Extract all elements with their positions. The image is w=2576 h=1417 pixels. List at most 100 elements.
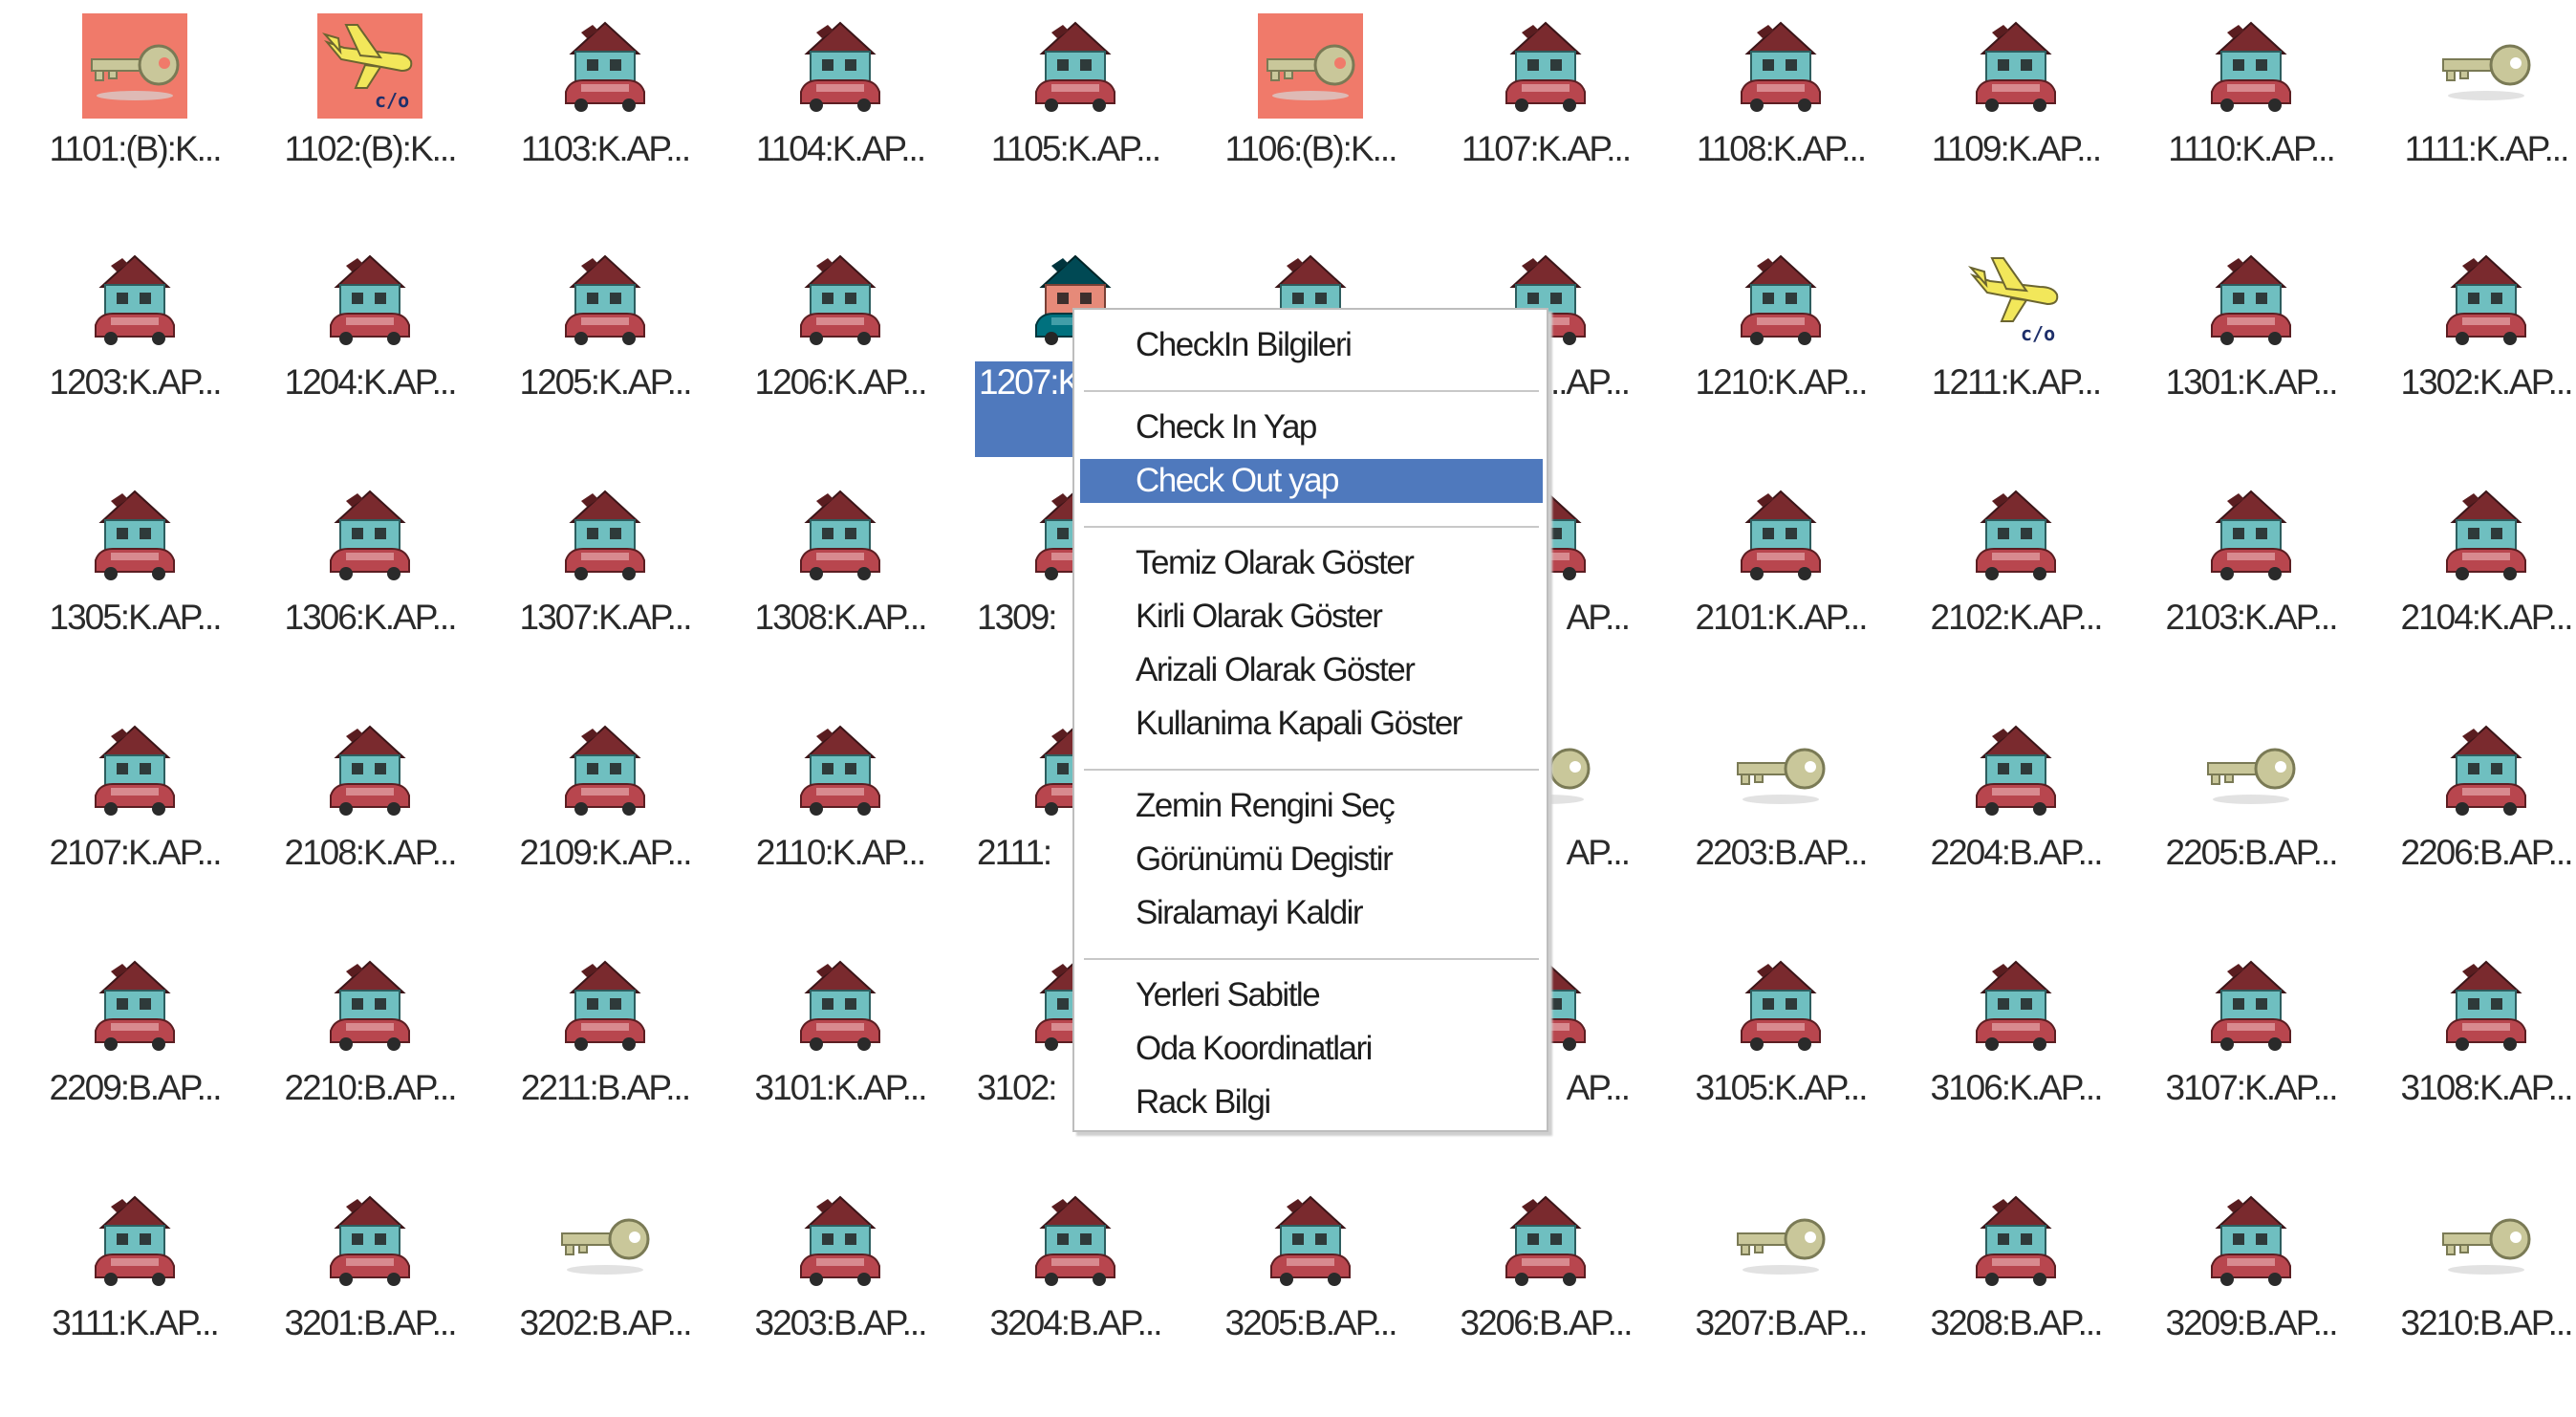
room-label: 3207:B.AP...: [1695, 1303, 1869, 1342]
menu-item-arizali-olarak-g-ster[interactable]: Arizali Olarak Göster: [1080, 648, 1543, 692]
room-label: 2104:K.AP...: [2400, 598, 2574, 637]
room-label: 2102:K.AP...: [1930, 598, 2104, 637]
menu-item-oda-koordinatlari[interactable]: Oda Koordinatlari: [1080, 1027, 1543, 1071]
key-icon: [2434, 13, 2539, 119]
room-tile[interactable]: 3105:K.AP...: [1663, 952, 1898, 1163]
room-tile[interactable]: 2110:K.AP...: [723, 717, 958, 927]
menu-item-rack-bilgi[interactable]: Rack Bilgi: [1080, 1080, 1543, 1124]
room-tile[interactable]: 3205:B.AP...: [1193, 1188, 1428, 1398]
house-car-icon: [552, 247, 658, 352]
room-tile[interactable]: 1107:K.AP...: [1428, 13, 1663, 224]
room-label: 1104:K.AP...: [755, 129, 926, 168]
room-label: 2109:K.AP...: [519, 833, 693, 872]
room-tile[interactable]: 3206:B.AP...: [1428, 1188, 1663, 1398]
menu-item-kirli-olarak-g-ster[interactable]: Kirli Olarak Göster: [1080, 595, 1543, 639]
room-tile[interactable]: 1203:K.AP...: [17, 247, 252, 457]
room-tile[interactable]: 1104:K.AP...: [723, 13, 958, 224]
room-tile[interactable]: 1307:K.AP...: [487, 482, 723, 692]
menu-separator: [1084, 390, 1539, 392]
room-tile[interactable]: 1106:(B):K...: [1193, 13, 1428, 224]
key-icon: [2198, 717, 2304, 822]
room-label: 3101:K.AP...: [754, 1068, 928, 1107]
room-tile[interactable]: 2210:B.AP...: [252, 952, 487, 1163]
room-tile[interactable]: 2104:K.AP...: [2369, 482, 2576, 692]
menu-item-zemin-rengini-se[interactable]: Zemin Rengini Seç: [1080, 784, 1543, 828]
context-menu: CheckIn Bilgileri Check In Yap Check Out y…: [1072, 308, 1548, 1132]
room-tile[interactable]: 1206:K.AP...: [723, 247, 958, 457]
room-tile[interactable]: 3108:K.AP...: [2369, 952, 2576, 1163]
room-tile[interactable]: 1301:K.AP...: [2133, 247, 2369, 457]
room-tile[interactable]: 2206:B.AP...: [2369, 717, 2576, 927]
room-row: 1101:(B):K... c/o 1102:(B):K... 1103:K.A…: [0, 13, 2576, 243]
room-tile[interactable]: 3111:K.AP...: [17, 1188, 252, 1398]
house-car-icon: [1963, 717, 2068, 822]
room-tile[interactable]: 1205:K.AP...: [487, 247, 723, 457]
room-tile[interactable]: 3201:B.AP...: [252, 1188, 487, 1398]
room-tile[interactable]: 1204:K.AP...: [252, 247, 487, 457]
menu-separator: [1084, 958, 1539, 960]
menu-item-g-r-n-m-degistir[interactable]: Görünümü Degistir: [1080, 838, 1543, 882]
house-car-icon: [317, 952, 422, 1057]
menu-item-check-in-yap[interactable]: Check In Yap: [1080, 405, 1543, 449]
room-label: 3201:B.AP...: [284, 1303, 458, 1342]
room-tile[interactable]: 2108:K.AP...: [252, 717, 487, 927]
room-tile[interactable]: 2203:B.AP...: [1663, 717, 1898, 927]
room-tile[interactable]: 2103:K.AP...: [2133, 482, 2369, 692]
room-tile[interactable]: 1210:K.AP...: [1663, 247, 1898, 457]
house-car-icon: [1963, 482, 2068, 587]
menu-item-yerleri-sabitle[interactable]: Yerleri Sabitle: [1080, 973, 1543, 1017]
room-tile[interactable]: 2107:K.AP...: [17, 717, 252, 927]
room-tile[interactable]: 1305:K.AP...: [17, 482, 252, 692]
room-tile[interactable]: 3204:B.AP...: [958, 1188, 1193, 1398]
key-icon: [1728, 1188, 1833, 1293]
room-tile[interactable]: 1111:K.AP...: [2369, 13, 2576, 224]
room-tile[interactable]: 1306:K.AP...: [252, 482, 487, 692]
menu-item-checkin-bilgileri[interactable]: CheckIn Bilgileri: [1080, 323, 1543, 367]
room-label: 1207:K: [975, 361, 1084, 457]
house-car-icon: [2198, 482, 2304, 587]
room-tile[interactable]: 2101:K.AP...: [1663, 482, 1898, 692]
room-tile[interactable]: 3209:B.AP...: [2133, 1188, 2369, 1398]
house-car-icon: [317, 717, 422, 822]
house-car-icon: [1493, 13, 1598, 119]
room-label: 1308:K.AP...: [754, 598, 928, 637]
room-tile[interactable]: 1108:K.AP...: [1663, 13, 1898, 224]
room-tile[interactable]: 3107:K.AP...: [2133, 952, 2369, 1163]
room-label: 1210:K.AP...: [1695, 362, 1869, 402]
room-tile[interactable]: 3210:B.AP...: [2369, 1188, 2576, 1398]
room-tile[interactable]: 3203:B.AP...: [723, 1188, 958, 1398]
room-tile[interactable]: 1105:K.AP...: [958, 13, 1193, 224]
room-tile[interactable]: 1302:K.AP...: [2369, 247, 2576, 457]
key-icon: [1728, 717, 1833, 822]
room-tile[interactable]: 3208:B.AP...: [1898, 1188, 2133, 1398]
room-tile[interactable]: 2209:B.AP...: [17, 952, 252, 1163]
menu-item-kullanima-kapali-g-ster[interactable]: Kullanima Kapali Göster: [1080, 702, 1543, 746]
room-tile[interactable]: 2102:K.AP...: [1898, 482, 2133, 692]
room-tile[interactable]: 2205:B.AP...: [2133, 717, 2369, 927]
room-tile[interactable]: 1101:(B):K...: [17, 13, 252, 224]
room-tile[interactable]: 2109:K.AP...: [487, 717, 723, 927]
room-tile[interactable]: 3207:B.AP...: [1663, 1188, 1898, 1398]
room-tile[interactable]: c/o 1102:(B):K...: [252, 13, 487, 224]
room-tile[interactable]: 1103:K.AP...: [487, 13, 723, 224]
room-tile[interactable]: 2204:B.AP...: [1898, 717, 2133, 927]
house-car-icon: [2434, 952, 2539, 1057]
room-tile[interactable]: 1110:K.AP...: [2133, 13, 2369, 224]
checkout-key-icon: [1258, 13, 1363, 119]
room-tile[interactable]: 3101:K.AP...: [723, 952, 958, 1163]
svg-text:c/o: c/o: [375, 89, 409, 112]
room-tile[interactable]: 3202:B.AP...: [487, 1188, 723, 1398]
menu-item-temiz-olarak-g-ster[interactable]: Temiz Olarak Göster: [1080, 541, 1543, 585]
room-tile[interactable]: 2211:B.AP...: [487, 952, 723, 1163]
house-car-icon: [317, 482, 422, 587]
room-tile[interactable]: 3106:K.AP...: [1898, 952, 2133, 1163]
menu-item-check-out-yap[interactable]: Check Out yap: [1080, 459, 1543, 503]
house-car-icon: [552, 952, 658, 1057]
house-car-icon: [82, 952, 187, 1057]
room-tile[interactable]: c/o 1211:K.AP...: [1898, 247, 2133, 457]
room-tile[interactable]: 1308:K.AP...: [723, 482, 958, 692]
menu-item-siralamayi-kaldir[interactable]: Siralamayi Kaldir: [1080, 891, 1543, 935]
room-tile[interactable]: 1109:K.AP...: [1898, 13, 2133, 224]
house-car-icon: [1728, 247, 1833, 352]
checkin-plane-icon: c/o: [1963, 247, 2068, 352]
